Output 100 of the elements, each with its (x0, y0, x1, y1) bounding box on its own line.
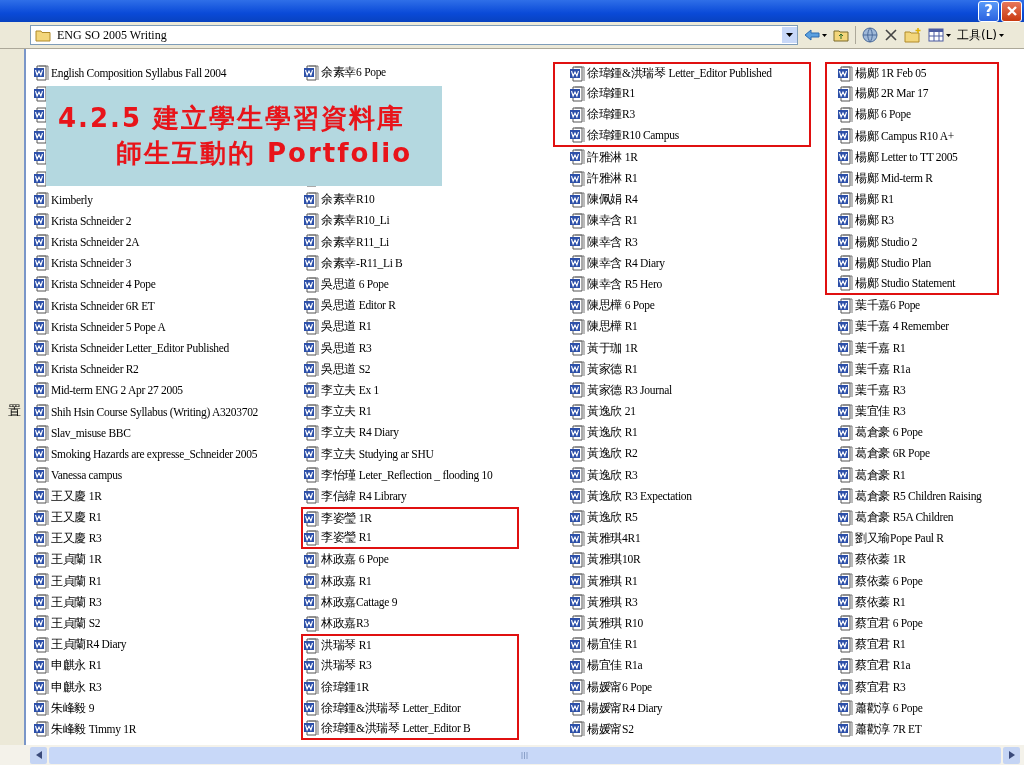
file-item[interactable]: 余素幸R10_Li (301, 210, 519, 232)
file-item[interactable]: 王又慶 1R (31, 485, 301, 507)
file-item[interactable]: 蕭歡淳 6 Pope (825, 697, 999, 719)
file-item[interactable]: 王又慶 R3 (31, 528, 301, 550)
file-item[interactable]: 許雅淋 1R (553, 146, 811, 168)
file-item[interactable]: 葛倉豪 R5A Children (825, 506, 999, 529)
file-item[interactable]: 徐瑋鍾R10 Campus (553, 125, 811, 147)
file-item[interactable]: 楊鄺 Studio Statement (825, 273, 999, 296)
file-item[interactable]: Krista Schneider 2A (31, 231, 301, 253)
file-item[interactable]: 林政嘉R3 (301, 612, 519, 635)
file-item[interactable]: 黃雅琪4R1 (553, 528, 811, 550)
file-item[interactable]: 申麒永 R3 (31, 676, 301, 698)
file-item[interactable]: 李信緯 R4 Library (301, 485, 519, 507)
file-item[interactable]: 黃家德 R1 (553, 358, 811, 380)
file-item[interactable]: 楊媛甯6 Pope (553, 676, 811, 698)
file-item[interactable]: Slav_misuse BBC (31, 422, 301, 444)
file-item[interactable]: 楊鄺 R3 (825, 210, 999, 232)
file-item[interactable]: 楊鄺 1R Feb 05 (825, 62, 999, 84)
file-item[interactable]: 楊宜佳 R1a (553, 655, 811, 677)
file-item[interactable]: Krista Schneider Letter_Editor Published (31, 337, 301, 359)
file-item[interactable]: Vanessa campus (31, 464, 301, 486)
file-item[interactable]: 黃逸欣 R1 (553, 422, 811, 444)
file-item[interactable]: 葛倉豪 R1 (825, 464, 999, 486)
file-item[interactable]: 余素幸6 Pope (301, 62, 519, 84)
file-item[interactable]: Smoking Hazards are expresse_Schneider 2005 (31, 443, 301, 465)
file-item[interactable]: 陳幸含 R5 Hero (553, 273, 811, 296)
file-item[interactable]: 陳思樺 6 Pope (553, 295, 811, 317)
file-item[interactable]: 楊鄺 Studio 2 (825, 231, 999, 253)
file-item[interactable]: Mid-term ENG 2 Apr 27 2005 (31, 379, 301, 401)
file-item[interactable]: 王又慶 R1 (31, 506, 301, 529)
file-item[interactable]: 蔡宜君 R1a (825, 655, 999, 677)
file-item[interactable]: 徐瑋鍾R1 (553, 83, 811, 105)
file-item[interactable]: 李姿瑩 R1 (301, 528, 519, 550)
file-item[interactable]: 李姿瑩 1R (301, 507, 519, 529)
file-item[interactable]: 黃雅琪 R1 (553, 570, 811, 592)
file-item[interactable]: 葉千嘉 R3 (825, 379, 999, 401)
file-item[interactable]: 李立夫 R1 (301, 401, 519, 423)
file-item[interactable]: 林政嘉Cattage 9 (301, 591, 519, 613)
file-item[interactable]: 吳思道 R1 (301, 316, 519, 338)
help-button[interactable]: ? (978, 0, 999, 22)
file-item[interactable]: 徐瑋鍾&洪瑞琴 Letter_Editor B (301, 718, 519, 741)
file-item[interactable]: 余素幸-R11_Li B (301, 252, 519, 274)
file-item[interactable]: 王貞蘭R4 Diary (31, 634, 301, 656)
file-item[interactable]: 黃雅琪10R (553, 549, 811, 571)
address-field[interactable]: ENG SO 2005 Writing (30, 25, 798, 45)
file-item[interactable]: 余素幸R11_Li (301, 231, 519, 253)
file-item[interactable]: 楊鄺 R1 (825, 189, 999, 211)
file-item[interactable]: 劉又瑜Pope Paul R (825, 528, 999, 550)
file-item[interactable]: Shih Hsin Course Syllabus (Writing) A3203702 (31, 401, 301, 423)
file-item[interactable]: 林政嘉 6 Pope (301, 549, 519, 571)
file-item[interactable]: 李立夫 Ex 1 (301, 379, 519, 402)
file-item[interactable]: 蔡依蓁 6 Pope (825, 570, 999, 592)
file-item[interactable]: English Composition Syllabus Fall 2004 (31, 62, 301, 84)
file-item[interactable]: 吳思道 S2 (301, 358, 519, 380)
file-item[interactable]: 葛倉豪 R5 Children Raising (825, 485, 999, 507)
file-item[interactable]: 徐瑋鍾R3 (553, 104, 811, 126)
file-item[interactable]: 陳幸含 R4 Diary (553, 252, 811, 274)
file-item[interactable]: 李立夫 R4 Diary (301, 422, 519, 444)
file-item[interactable]: 蕭歡淳 7R ET (825, 718, 999, 740)
file-item[interactable]: 徐瑋鍾&洪瑞琴 Letter_Editor Published (553, 62, 811, 84)
file-item[interactable]: Krista Schneider 5 Pope A (31, 316, 301, 338)
file-item[interactable]: 余素幸R10 (301, 189, 519, 211)
file-item[interactable]: 黃雅琪 R3 (553, 591, 811, 613)
file-item[interactable]: 黃雅琪 R10 (553, 612, 811, 635)
file-item[interactable]: 申麒永 R1 (31, 655, 301, 677)
file-item[interactable]: 陳幸含 R3 (553, 231, 811, 253)
file-item[interactable]: Krista Schneider 4 Pope (31, 273, 301, 296)
file-item[interactable]: 洪瑞琴 R1 (301, 634, 519, 656)
file-item[interactable]: 黃逸欣 R2 (553, 443, 811, 465)
file-item[interactable]: 蔡依蓁 1R (825, 549, 999, 571)
file-item[interactable]: 黃逸欣 R3 (553, 464, 811, 486)
file-item[interactable]: 葉千嘉6 Pope (825, 295, 999, 317)
file-item[interactable]: 葉千嘉 R1a (825, 358, 999, 380)
file-item[interactable]: 葉千嘉 R1 (825, 337, 999, 359)
file-item[interactable]: 吳思道 6 Pope (301, 273, 519, 296)
file-item[interactable]: 徐瑋鍾&洪瑞琴 Letter_Editor (301, 697, 519, 719)
file-item[interactable]: 楊宜佳 R1 (553, 634, 811, 656)
file-item[interactable]: 楊媛甯R4 Diary (553, 697, 811, 719)
file-item[interactable]: 朱峰毅 Timmy 1R (31, 718, 301, 740)
file-item[interactable]: 黃逸欣 R5 (553, 506, 811, 529)
file-item[interactable]: 許雅淋 R1 (553, 167, 811, 190)
file-item[interactable]: 蔡依蓁 R1 (825, 591, 999, 613)
file-item[interactable]: 林政嘉 R1 (301, 570, 519, 592)
file-item[interactable]: 吳思道 Editor R (301, 295, 519, 317)
file-item[interactable]: 蔡宜君 R3 (825, 676, 999, 698)
file-item[interactable]: 黃于珈 1R (553, 337, 811, 359)
file-item[interactable]: Krista Schneider 2 (31, 210, 301, 232)
file-item[interactable]: 陳思樺 R1 (553, 316, 811, 338)
file-item[interactable]: 楊鄺 Campus R10 A+ (825, 125, 999, 147)
file-item[interactable]: Krista Schneider R2 (31, 358, 301, 380)
file-item[interactable]: 王貞蘭 S2 (31, 612, 301, 635)
file-item[interactable]: 葛倉豪 6 Pope (825, 422, 999, 444)
file-item[interactable]: 王貞蘭 R3 (31, 591, 301, 613)
file-item[interactable]: 葉宜佳 R3 (825, 401, 999, 423)
file-item[interactable]: 王貞蘭 1R (31, 549, 301, 571)
file-item[interactable]: 洪瑞琴 R3 (301, 655, 519, 677)
file-item[interactable]: 陳佩娟 R4 (553, 189, 811, 211)
file-item[interactable]: 黃逸欣 R3 Expectation (553, 485, 811, 507)
tools-menu[interactable]: 工具(L) (957, 26, 998, 44)
file-item[interactable]: 蔡宜君 6 Pope (825, 612, 999, 635)
